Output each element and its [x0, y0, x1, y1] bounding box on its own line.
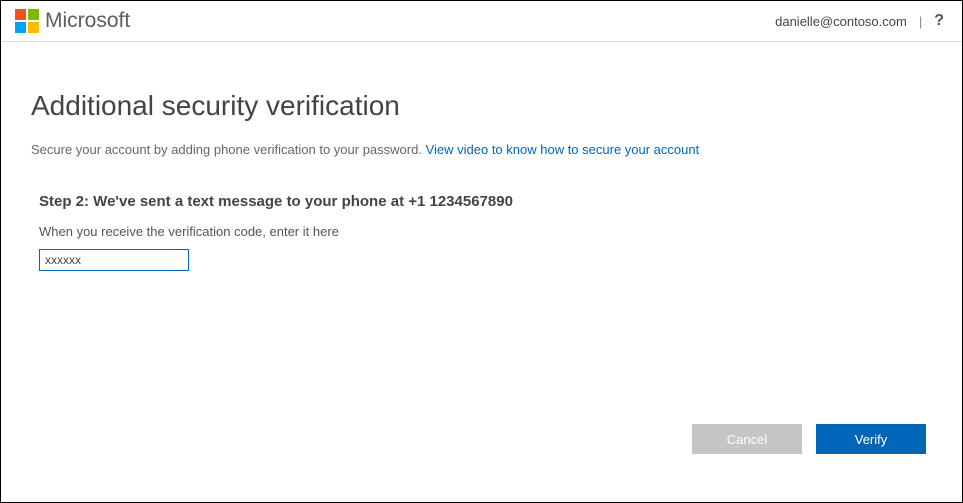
subtitle-text: Secure your account by adding phone veri…	[31, 142, 426, 157]
user-email: danielle@contoso.com	[775, 14, 907, 29]
help-icon[interactable]: ?	[934, 12, 944, 30]
verification-code-input[interactable]	[39, 249, 189, 271]
cancel-button[interactable]: Cancel	[692, 424, 802, 454]
instruction-text: When you receive the verification code, …	[31, 224, 932, 239]
verify-button[interactable]: Verify	[816, 424, 926, 454]
brand-name: Microsoft	[45, 9, 130, 33]
page-subtitle: Secure your account by adding phone veri…	[31, 142, 932, 157]
logo-container: Microsoft	[15, 9, 130, 33]
header-divider: |	[919, 14, 922, 29]
page-title: Additional security verification	[31, 90, 932, 122]
video-link[interactable]: View video to know how to secure your ac…	[426, 142, 700, 157]
step-heading: Step 2: We've sent a text message to you…	[31, 193, 932, 210]
header-right: danielle@contoso.com | ?	[775, 12, 944, 30]
button-row: Cancel Verify	[692, 424, 926, 454]
main-content: Additional security verification Secure …	[1, 42, 962, 271]
header-bar: Microsoft danielle@contoso.com | ?	[1, 1, 962, 42]
microsoft-logo-icon	[15, 9, 39, 33]
